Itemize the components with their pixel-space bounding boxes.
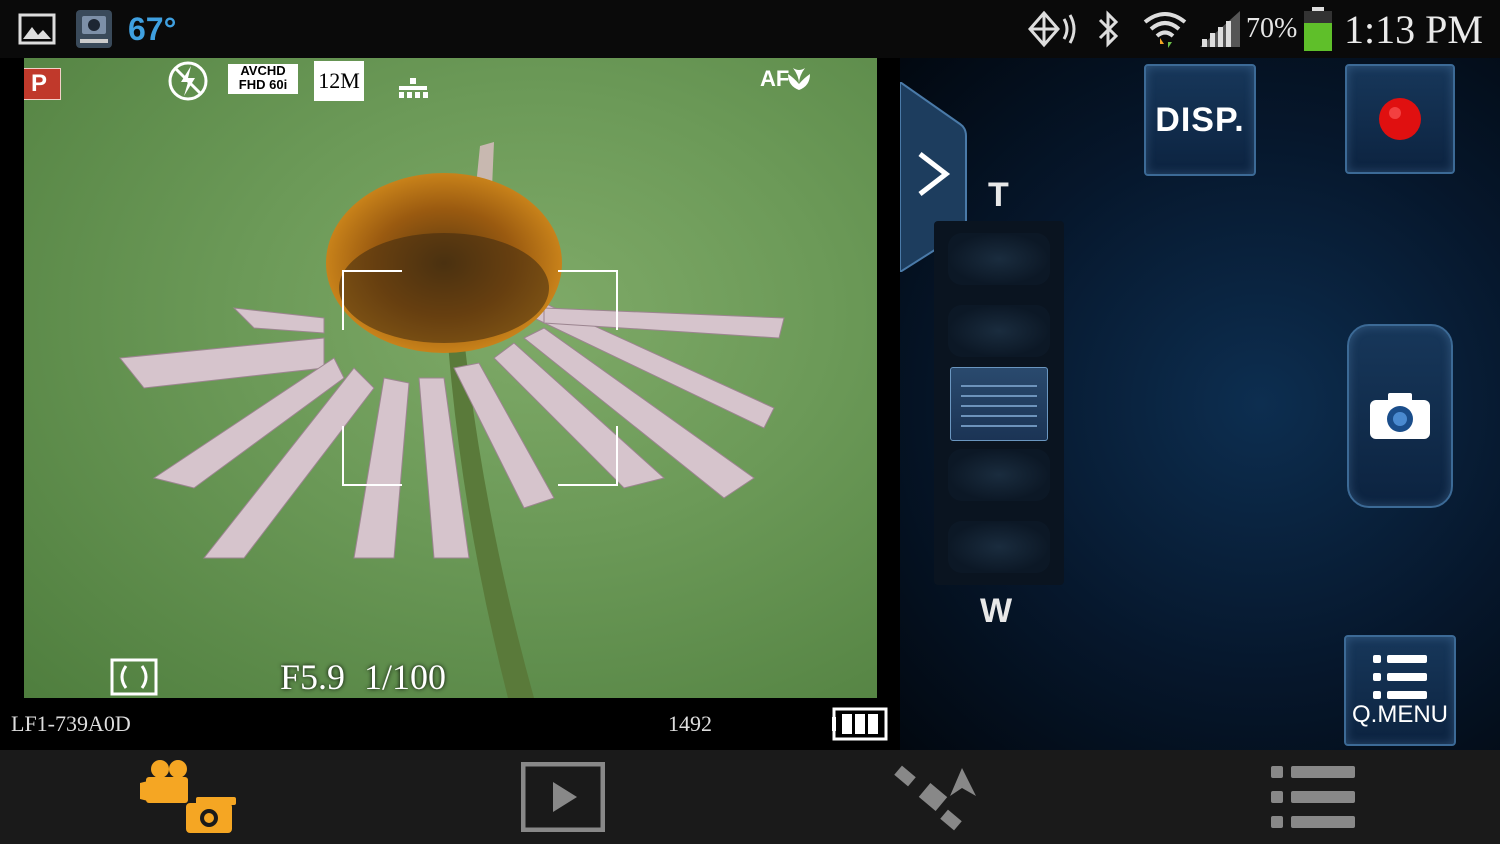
device-name: LF1-739A0D	[11, 711, 131, 736]
macro-flower-icon[interactable]	[784, 64, 814, 101]
zoom-wide-label: W	[980, 592, 1013, 630]
temperature: 67°	[128, 10, 177, 47]
menu-list-icon	[1270, 766, 1355, 828]
battery-icon	[1302, 0, 1334, 58]
focus-frame-corner-br	[558, 426, 618, 486]
disp-label: DISP.	[1155, 100, 1245, 139]
recording-format-line1: AVCHD	[240, 63, 286, 78]
zoom-tele-label: T	[988, 176, 1009, 214]
disp-button[interactable]: DISP.	[1144, 64, 1256, 176]
playback-icon	[520, 762, 605, 832]
qmenu-button[interactable]: Q.MENU	[1344, 635, 1456, 746]
shooting-mode[interactable]: P	[24, 68, 61, 100]
recording-format-line2: FHD 60i	[238, 77, 288, 92]
nav-playback[interactable]	[375, 750, 750, 844]
shutter-button[interactable]	[1347, 324, 1453, 508]
flower-image	[119, 142, 785, 698]
recording-format-badge[interactable]: AVCHD FHD 60i	[228, 64, 298, 94]
camera-battery-icon	[832, 707, 890, 746]
nfc-icon	[1026, 0, 1082, 58]
quality-icon[interactable]	[397, 76, 429, 105]
bluetooth-icon	[1096, 0, 1122, 58]
metering-icon[interactable]	[110, 658, 158, 698]
focus-frame-corner-tl	[342, 270, 402, 330]
flash-off-icon[interactable]	[167, 60, 209, 107]
bottom-nav	[0, 750, 1500, 844]
record-button[interactable]	[1345, 64, 1455, 174]
shutter-value: 1/100	[364, 657, 447, 697]
zoom-step[interactable]	[948, 449, 1050, 501]
camera-icon	[1370, 393, 1430, 439]
status-bar: 67° 70% 1:13 PM	[0, 0, 1500, 58]
wifi-icon	[1142, 0, 1188, 58]
qmenu-label: Q.MENU	[1352, 700, 1448, 728]
video-photo-mode-icon	[139, 760, 236, 833]
zoom-step[interactable]	[948, 233, 1050, 285]
focus-frame-corner-bl	[342, 426, 402, 486]
signal-icon	[1198, 0, 1242, 58]
nav-recording-mode[interactable]	[0, 750, 375, 844]
chevron-right-icon	[918, 152, 951, 196]
list-icon	[1373, 654, 1427, 699]
zoom-step[interactable]	[948, 521, 1050, 573]
panasonic-app-icon	[76, 0, 112, 58]
zoom-slider-handle[interactable]	[950, 367, 1048, 441]
focus-frame-corner-tr	[558, 270, 618, 330]
zoom-slider[interactable]	[934, 221, 1064, 585]
battery-percent: 70%	[1246, 13, 1298, 44]
zoom-step[interactable]	[948, 305, 1050, 357]
clock: 1:13 PM	[1344, 6, 1483, 52]
image-size-badge[interactable]: 12M	[314, 61, 364, 101]
nav-menu[interactable]	[1125, 750, 1500, 844]
control-panel: T W DISP. Q.MENU	[899, 58, 1500, 750]
shots-remaining: 1492	[668, 711, 712, 736]
gallery-icon	[18, 0, 56, 58]
live-viewfinder[interactable]: P AVCHD FHD 60i 12M AF F5.9 1/100	[24, 58, 877, 698]
nav-connect[interactable]	[750, 750, 1125, 844]
record-icon	[1379, 98, 1421, 140]
satellite-icon	[893, 765, 976, 831]
aperture-value: F5.9	[280, 657, 346, 697]
